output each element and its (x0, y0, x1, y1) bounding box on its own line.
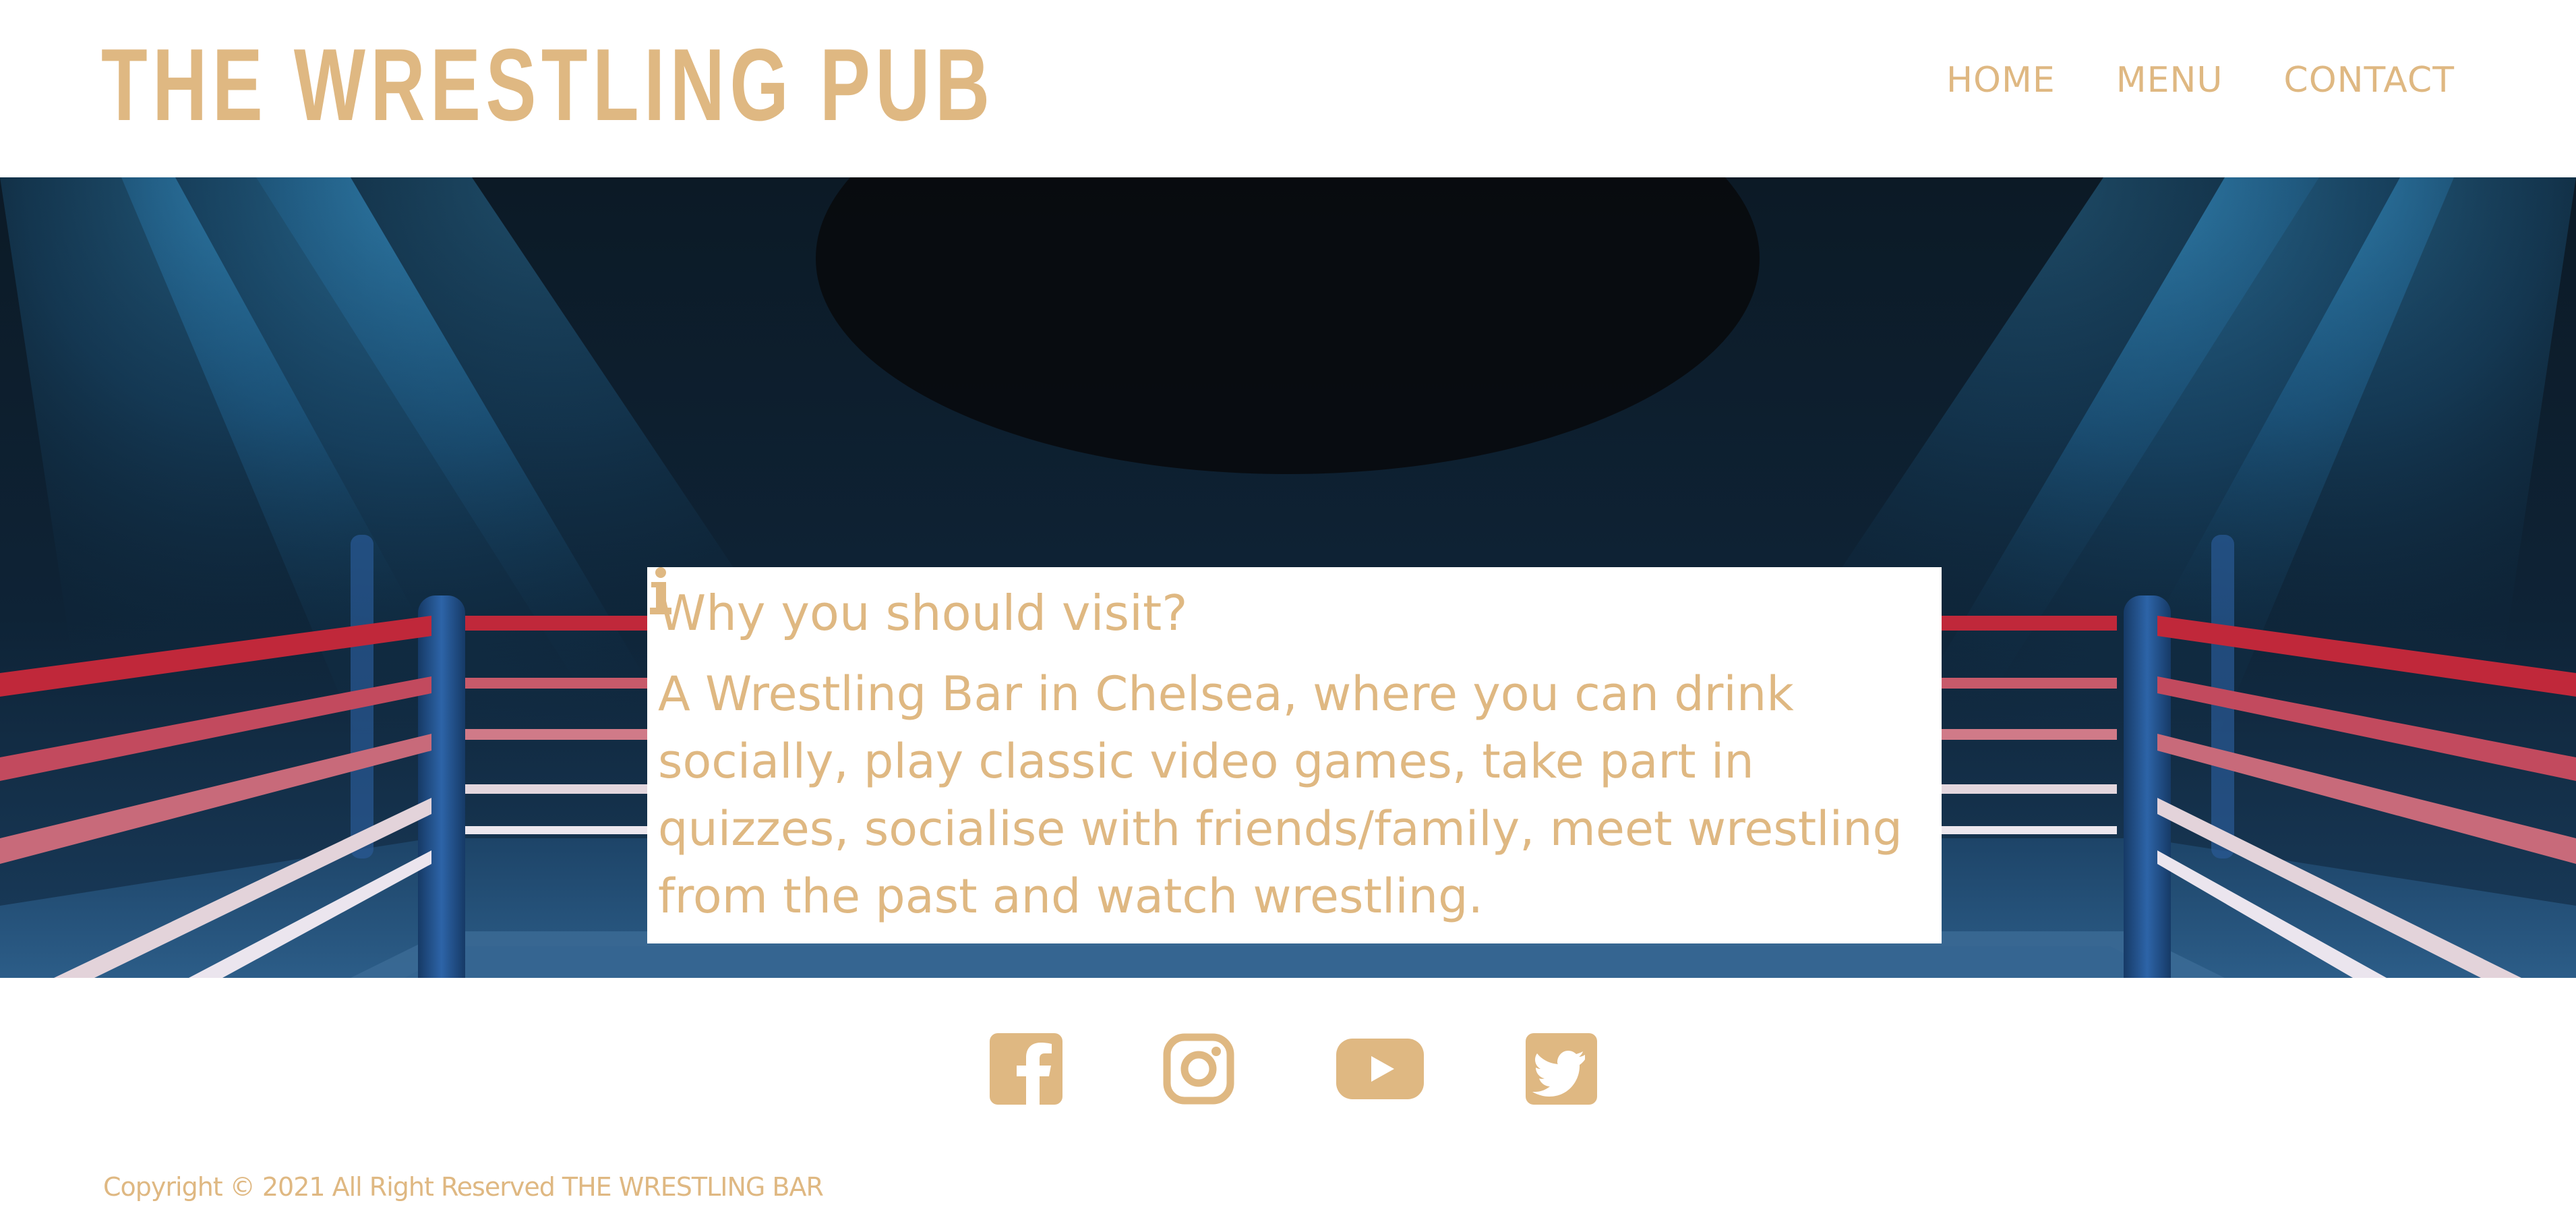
info-icon (650, 567, 671, 614)
nav-menu-link[interactable]: MENU (2116, 55, 2223, 105)
site-header: THE WRESTLING PUB HOME MENU CONTACT (0, 0, 2576, 177)
facebook-icon[interactable] (990, 1032, 1062, 1109)
visit-info-card: Why you should visit? A Wrestling Bar in… (647, 567, 1942, 943)
main-nav: HOME MENU CONTACT (1946, 55, 2455, 105)
youtube-icon[interactable] (1336, 1032, 1424, 1109)
nav-contact-link[interactable]: CONTACT (2283, 55, 2455, 105)
site-brand[interactable]: THE WRESTLING PUB (101, 24, 995, 146)
twitter-icon[interactable] (1526, 1032, 1597, 1109)
nav-home-link[interactable]: HOME (1946, 55, 2056, 105)
visit-info-title: Why you should visit? (658, 585, 1188, 641)
visit-info-heading: Why you should visit? (650, 567, 1931, 647)
instagram-icon[interactable] (1163, 1032, 1234, 1109)
social-links (0, 1032, 2576, 1106)
copyright-text: Copyright © 2021 All Right Reserved THE … (103, 1172, 824, 1202)
visit-info-text: A Wrestling Bar in Chelsea, where you ca… (658, 666, 1903, 924)
hero-section: Why you should visit? A Wrestling Bar in… (0, 177, 2576, 978)
